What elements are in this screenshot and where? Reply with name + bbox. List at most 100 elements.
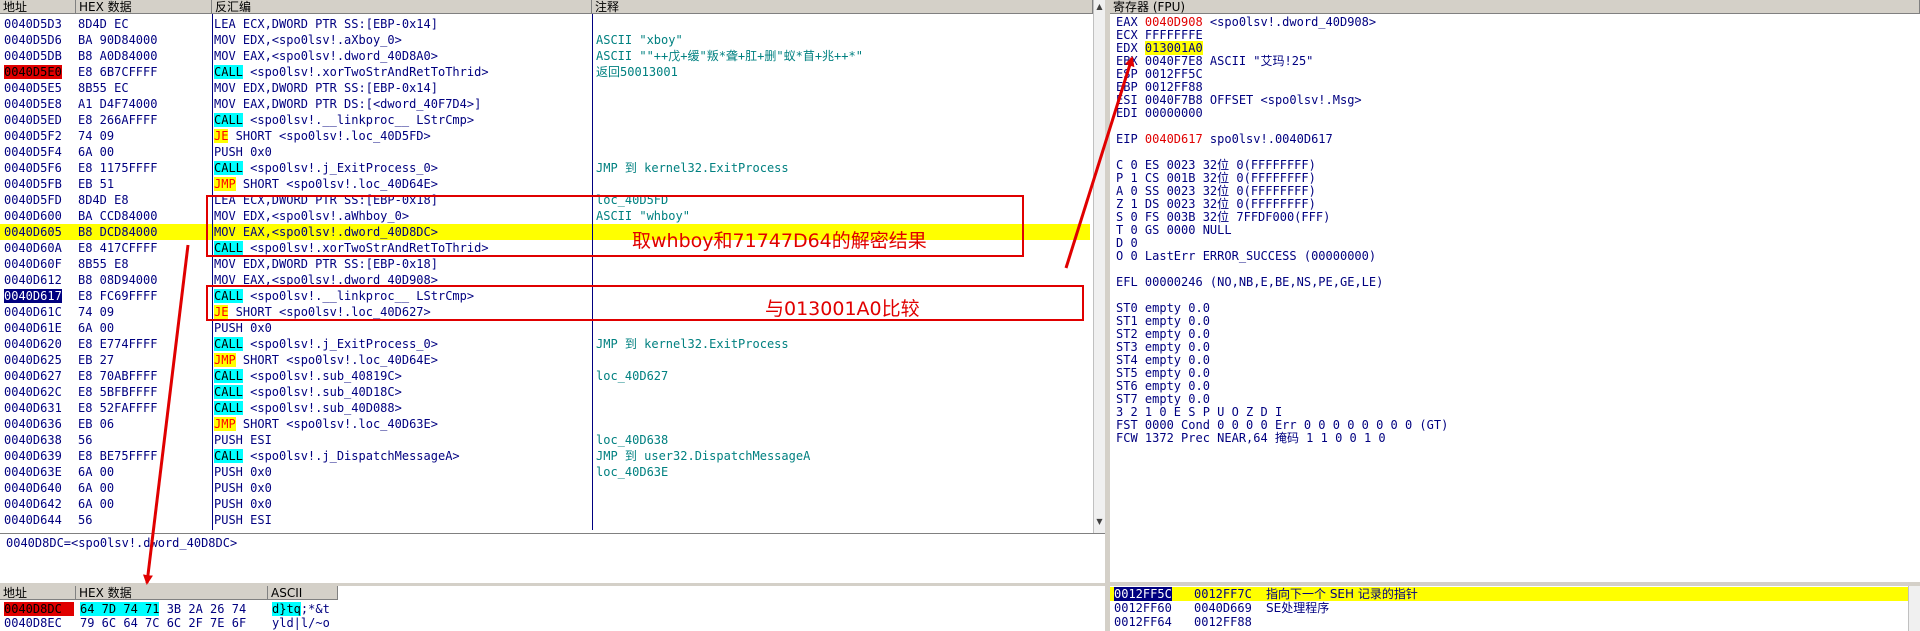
row-address[interactable]: 0040D5E0	[4, 64, 74, 80]
disassembly-scrollbar[interactable]: ▲ ▼	[1093, 0, 1105, 533]
dump-header-ascii[interactable]: ASCII	[268, 586, 338, 600]
row-address[interactable]: 0040D5F6	[4, 160, 74, 176]
row-instruction[interactable]: PUSH ESI	[214, 512, 589, 528]
disassembly-pane[interactable]: 地址 HEX 数据 反汇编 注释 0040D5D3 8D4D EC LEA ECX,…	[0, 0, 1093, 533]
stack-row[interactable]: 0012FF64 0012FF88	[1110, 615, 1908, 629]
row-address[interactable]: 0040D600	[4, 208, 74, 224]
disasm-row[interactable]: 0040D644 56 PUSH ESI	[0, 512, 1090, 528]
stack-address[interactable]: 0012FF5C	[1114, 587, 1172, 601]
disasm-row[interactable]: 0040D5F6 E8 1175FFFF CALL <spo0lsv!.j_Exit…	[0, 160, 1090, 176]
dump-hex[interactable]: 79 6C 64 7C 6C 2F 7E 6F	[80, 616, 246, 630]
row-instruction[interactable]: JMP SHORT <spo0lsv!.loc_40D63E>	[214, 416, 589, 432]
row-address[interactable]: 0040D5D3	[4, 16, 74, 32]
disasm-row[interactable]: 0040D631 E8 52FAFFFF CALL <spo0lsv!.sub_40…	[0, 400, 1090, 416]
dump-hex[interactable]: 64 7D 74 71 3B 2A 26 74	[80, 602, 246, 616]
row-address[interactable]: 0040D640	[4, 480, 74, 496]
row-instruction[interactable]: LEA ECX,DWORD PTR SS:[EBP-0x14]	[214, 16, 589, 32]
disasm-row[interactable]: 0040D642 6A 00 PUSH 0x0	[0, 496, 1090, 512]
disasm-row[interactable]: 0040D5D6 BA 90D84000 MOV EDX,<spo0lsv!.aXb…	[0, 32, 1090, 48]
row-address[interactable]: 0040D639	[4, 448, 74, 464]
dump-ascii[interactable]: d}tq;*&t	[272, 602, 330, 616]
row-address[interactable]: 0040D5FD	[4, 192, 74, 208]
column-header-hex[interactable]: HEX 数据	[76, 0, 212, 14]
row-address[interactable]: 0040D63E	[4, 464, 74, 480]
disasm-row[interactable]: 0040D5FB EB 51 JMP SHORT <spo0lsv!.loc_40D…	[0, 176, 1090, 192]
row-address[interactable]: 0040D5F2	[4, 128, 74, 144]
row-address[interactable]: 0040D5FB	[4, 176, 74, 192]
disasm-row[interactable]: 0040D640 6A 00 PUSH 0x0	[0, 480, 1090, 496]
dump-address[interactable]: 0040D8DC	[4, 602, 74, 616]
row-instruction[interactable]: CALL <spo0lsv!.j_DispatchMessageA>	[214, 448, 589, 464]
column-header-comment[interactable]: 注释	[592, 0, 1093, 14]
disasm-row[interactable]: 0040D5DB B8 A0D84000 MOV EAX,<spo0lsv!.dwo…	[0, 48, 1090, 64]
dump-address[interactable]: 0040D8EC	[4, 616, 74, 630]
registers-pane[interactable]: 寄存器 (FPU) EAX 0040D908 <spo0lsv!.dword_4…	[1110, 0, 1920, 582]
row-address[interactable]: 0040D642	[4, 496, 74, 512]
row-address[interactable]: 0040D61E	[4, 320, 74, 336]
disasm-row[interactable]: 0040D627 E8 70ABFFFF CALL <spo0lsv!.sub_40…	[0, 368, 1090, 384]
row-address[interactable]: 0040D60F	[4, 256, 74, 272]
row-address[interactable]: 0040D5E5	[4, 80, 74, 96]
dump-row[interactable]: 0040D8EC 79 6C 64 7C 6C 2F 7E 6F yld|l/~o	[0, 616, 1090, 630]
row-instruction[interactable]: CALL <spo0lsv!.j_ExitProcess_0>	[214, 160, 589, 176]
stack-address[interactable]: 0012FF64	[1114, 615, 1172, 629]
disasm-row[interactable]: 0040D639 E8 BE75FFFF CALL <spo0lsv!.j_Disp…	[0, 448, 1090, 464]
row-instruction[interactable]: CALL <spo0lsv!.sub_40D088>	[214, 400, 589, 416]
disasm-row[interactable]: 0040D5E0 E8 6B7CFFFF CALL <spo0lsv!.xorTwo…	[0, 64, 1090, 80]
row-instruction[interactable]: JMP SHORT <spo0lsv!.loc_40D64E>	[214, 352, 589, 368]
row-instruction[interactable]: JE SHORT <spo0lsv!.loc_40D5FD>	[214, 128, 589, 144]
disasm-row[interactable]: 0040D5E8 A1 D4F74000 MOV EAX,DWORD PTR DS:…	[0, 96, 1090, 112]
row-instruction[interactable]: MOV EDX,<spo0lsv!.aXboy_0>	[214, 32, 589, 48]
row-address[interactable]: 0040D638	[4, 432, 74, 448]
disasm-row[interactable]: 0040D63E 6A 00 PUSH 0x0 loc_40D63E	[0, 464, 1090, 480]
row-instruction[interactable]: PUSH ESI	[214, 432, 589, 448]
row-instruction[interactable]: CALL <spo0lsv!.sub_40D18C>	[214, 384, 589, 400]
row-address[interactable]: 0040D5F4	[4, 144, 74, 160]
dump-header-hex[interactable]: HEX 数据	[76, 586, 268, 600]
row-instruction[interactable]: MOV EDX,DWORD PTR SS:[EBP-0x14]	[214, 80, 589, 96]
row-instruction[interactable]: CALL <spo0lsv!.sub_40819C>	[214, 368, 589, 384]
dump-pane[interactable]: 地址 HEX 数据 ASCII 0040D8DC 64 7D 74 71 3B 2…	[0, 586, 1105, 631]
row-instruction[interactable]: MOV EAX,<spo0lsv!.dword_40D8A0>	[214, 48, 589, 64]
dump-header-address[interactable]: 地址	[0, 586, 76, 600]
disasm-row[interactable]: 0040D5ED E8 266AFFFF CALL <spo0lsv!.__link…	[0, 112, 1090, 128]
row-instruction[interactable]: CALL <spo0lsv!.j_ExitProcess_0>	[214, 336, 589, 352]
column-header-address[interactable]: 地址	[0, 0, 76, 14]
stack-row[interactable]: 0012FF60 0040D669 SE处理程序	[1110, 601, 1908, 615]
row-instruction[interactable]: CALL <spo0lsv!.__linkproc__ LStrCmp>	[214, 112, 589, 128]
disasm-row[interactable]: 0040D61E 6A 00 PUSH 0x0	[0, 320, 1090, 336]
registers-header[interactable]: 寄存器 (FPU)	[1110, 0, 1920, 14]
dump-row[interactable]: 0040D8DC 64 7D 74 71 3B 2A 26 74 d}tq;*&t	[0, 602, 1090, 616]
register-line[interactable]: EFL 00000246 (NO,NB,E,BE,NS,PE,GE,LE)	[1116, 276, 1383, 289]
scroll-down-icon[interactable]: ▼	[1094, 516, 1105, 527]
disasm-row[interactable]: 0040D60F 8B55 E8 MOV EDX,DWORD PTR SS:[EBP…	[0, 256, 1090, 272]
row-instruction[interactable]: JMP SHORT <spo0lsv!.loc_40D64E>	[214, 176, 589, 192]
stack-address[interactable]: 0012FF60	[1114, 601, 1172, 615]
row-address[interactable]: 0040D605	[4, 224, 74, 240]
row-address[interactable]: 0040D612	[4, 272, 74, 288]
row-address[interactable]: 0040D61C	[4, 304, 74, 320]
row-address[interactable]: 0040D5DB	[4, 48, 74, 64]
disasm-row[interactable]: 0040D620 E8 E774FFFF CALL <spo0lsv!.j_Exit…	[0, 336, 1090, 352]
disasm-row[interactable]: 0040D62C E8 5BFBFFFF CALL <spo0lsv!.sub_40…	[0, 384, 1090, 400]
row-instruction[interactable]: PUSH 0x0	[214, 480, 589, 496]
row-address[interactable]: 0040D625	[4, 352, 74, 368]
row-instruction[interactable]: PUSH 0x0	[214, 496, 589, 512]
row-address[interactable]: 0040D5D6	[4, 32, 74, 48]
column-header-disassembly[interactable]: 反汇编	[212, 0, 592, 14]
row-address[interactable]: 0040D5ED	[4, 112, 74, 128]
disasm-row[interactable]: 0040D5F2 74 09 JE SHORT <spo0lsv!.loc_40D5…	[0, 128, 1090, 144]
disasm-row[interactable]: 0040D636 EB 06 JMP SHORT <spo0lsv!.loc_40D…	[0, 416, 1090, 432]
register-line[interactable]: EDI 00000000	[1116, 107, 1203, 120]
row-address[interactable]: 0040D62C	[4, 384, 74, 400]
dump-ascii[interactable]: yld|l/~o	[272, 616, 330, 630]
row-instruction[interactable]: MOV EDX,DWORD PTR SS:[EBP-0x18]	[214, 256, 589, 272]
register-line[interactable]: FCW 1372 Prec NEAR,64 掩码 1 1 0 0 1 0	[1116, 432, 1386, 445]
scroll-up-icon[interactable]: ▲	[1094, 1, 1105, 12]
row-instruction[interactable]: PUSH 0x0	[214, 320, 589, 336]
disasm-row[interactable]: 0040D5F4 6A 00 PUSH 0x0	[0, 144, 1090, 160]
row-address[interactable]: 0040D620	[4, 336, 74, 352]
row-address[interactable]: 0040D644	[4, 512, 74, 528]
row-instruction[interactable]: MOV EAX,DWORD PTR DS:[<dword_40F7D4>]	[214, 96, 589, 112]
row-address[interactable]: 0040D5E8	[4, 96, 74, 112]
